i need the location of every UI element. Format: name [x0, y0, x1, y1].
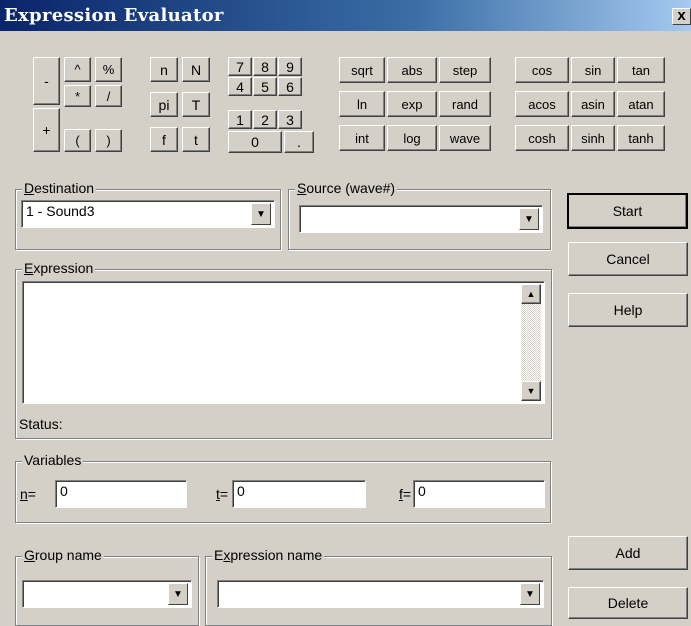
cancel-button[interactable]: Cancel	[568, 242, 688, 276]
key-open-paren[interactable]: (	[64, 129, 91, 152]
chevron-down-icon: ▼	[256, 208, 266, 220]
key-1[interactable]: 1	[228, 110, 252, 129]
key-0[interactable]: 0	[228, 131, 282, 153]
key-rand[interactable]: rand	[439, 91, 491, 117]
chevron-down-icon: ▼	[525, 588, 535, 600]
key-pi[interactable]: pi	[150, 92, 178, 117]
key-divide[interactable]: /	[95, 85, 122, 107]
key-6[interactable]: 6	[278, 77, 302, 96]
chevron-down-icon: ▼	[173, 588, 183, 600]
destination-dropdown-button[interactable]: ▼	[251, 203, 271, 225]
variable-n-input[interactable]: 0	[55, 480, 187, 508]
key-step[interactable]: step	[439, 57, 491, 83]
start-button[interactable]: Start	[567, 193, 688, 229]
status-label: Status:	[19, 416, 63, 432]
variable-f-label: f=	[399, 486, 412, 502]
chevron-down-icon: ▼	[526, 386, 536, 396]
scroll-down-button[interactable]: ▼	[521, 381, 541, 401]
key-asin[interactable]: asin	[571, 91, 615, 117]
key-multiply[interactable]: *	[64, 85, 91, 107]
add-button[interactable]: Add	[568, 536, 688, 570]
expression-textarea[interactable]	[22, 281, 545, 404]
key-f[interactable]: f	[150, 127, 178, 152]
key-tanh[interactable]: tanh	[617, 125, 665, 151]
key-cosh[interactable]: cosh	[515, 125, 569, 151]
key-exp[interactable]: exp	[387, 91, 437, 117]
key-t-upper[interactable]: T	[182, 92, 210, 117]
key-caret[interactable]: ^	[64, 57, 91, 82]
chevron-down-icon: ▼	[524, 213, 534, 225]
key-n-upper[interactable]: N	[182, 57, 210, 82]
key-sinh[interactable]: sinh	[571, 125, 615, 151]
key-3[interactable]: 3	[278, 110, 302, 129]
key-sin[interactable]: sin	[571, 57, 615, 83]
key-wave[interactable]: wave	[439, 125, 491, 151]
source-select[interactable]	[299, 205, 543, 233]
variable-f-input[interactable]: 0	[413, 480, 545, 508]
key-atan[interactable]: atan	[617, 91, 665, 117]
variable-n-label: n=	[20, 486, 36, 502]
group-name-select[interactable]	[22, 580, 192, 608]
expression-name-select[interactable]	[217, 580, 544, 608]
title-bar: Expression Evaluator x	[0, 0, 691, 31]
source-dropdown-button[interactable]: ▼	[519, 208, 539, 230]
key-ln[interactable]: ln	[339, 91, 385, 117]
help-button[interactable]: Help	[568, 293, 688, 327]
source-label: Source (wave#)	[295, 180, 398, 196]
scroll-up-button[interactable]: ▲	[521, 284, 541, 304]
key-8[interactable]: 8	[253, 57, 277, 76]
destination-value: 1 - Sound3	[26, 203, 95, 219]
expression-name-dropdown-button[interactable]: ▼	[520, 583, 540, 605]
key-cos[interactable]: cos	[515, 57, 569, 83]
key-close-paren[interactable]: )	[95, 129, 122, 152]
key-5[interactable]: 5	[253, 77, 277, 96]
key-plus[interactable]: +	[33, 108, 60, 152]
expression-name-label: Expression name	[212, 547, 325, 563]
destination-select[interactable]: 1 - Sound3	[21, 200, 275, 228]
variable-t-label: t=	[216, 486, 229, 502]
window-title: Expression Evaluator	[4, 5, 224, 26]
key-log[interactable]: log	[387, 125, 437, 151]
key-sqrt[interactable]: sqrt	[339, 57, 385, 83]
key-tan[interactable]: tan	[617, 57, 665, 83]
key-dot[interactable]: .	[284, 131, 314, 153]
key-2[interactable]: 2	[253, 110, 277, 129]
key-t-lower[interactable]: t	[182, 127, 210, 152]
group-name-dropdown-button[interactable]: ▼	[168, 583, 188, 605]
key-n-lower[interactable]: n	[150, 57, 178, 82]
variable-t-input[interactable]: 0	[232, 480, 366, 508]
key-percent[interactable]: %	[95, 57, 122, 82]
destination-label: Destination	[22, 180, 97, 196]
key-minus[interactable]: -	[33, 57, 60, 105]
delete-button[interactable]: Delete	[568, 587, 688, 619]
key-4[interactable]: 4	[228, 77, 252, 96]
chevron-up-icon: ▲	[526, 289, 536, 299]
group-name-label: Group name	[22, 547, 104, 563]
key-9[interactable]: 9	[278, 57, 302, 76]
key-7[interactable]: 7	[228, 57, 252, 76]
key-int[interactable]: int	[339, 125, 385, 151]
key-acos[interactable]: acos	[515, 91, 569, 117]
close-icon: x	[677, 8, 686, 24]
expression-label: Expression	[22, 260, 96, 276]
key-abs[interactable]: abs	[387, 57, 437, 83]
close-button[interactable]: x	[672, 8, 691, 25]
variables-label: Variables	[22, 452, 84, 468]
